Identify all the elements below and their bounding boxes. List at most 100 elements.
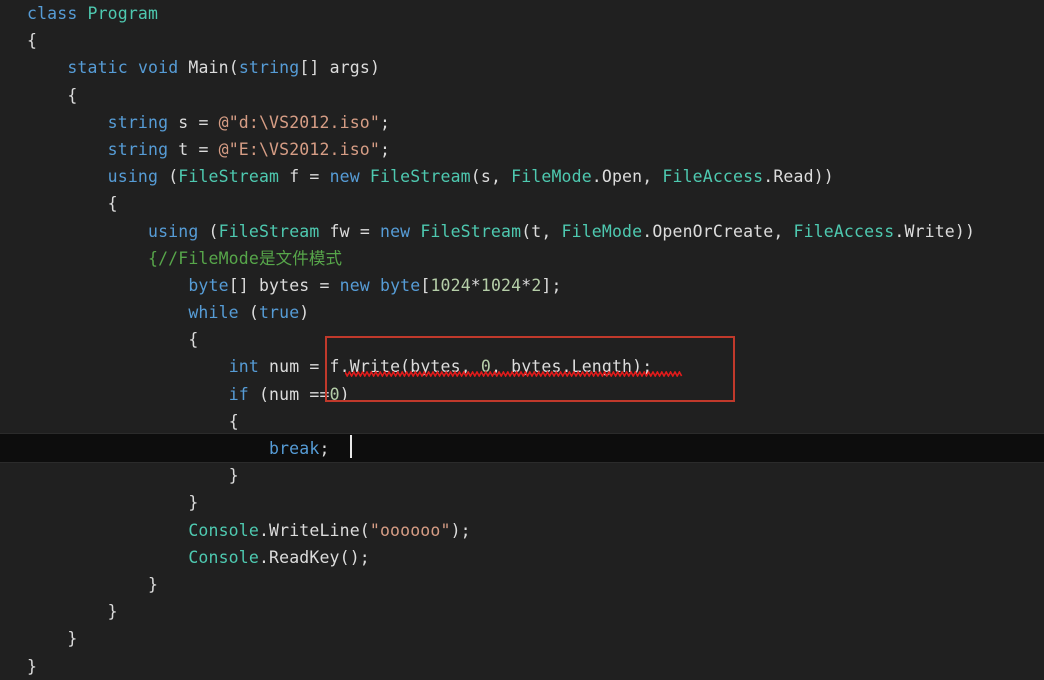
code-token: []	[228, 275, 259, 295]
code-token: )	[339, 384, 350, 404]
code-token: (	[228, 58, 239, 78]
code-token: =	[319, 275, 340, 295]
code-token: s,	[480, 167, 512, 187]
code-line: using (FileStream fw = new FileStream(t,…	[27, 218, 1044, 245]
code-token: ;	[379, 139, 391, 159]
code-token: {	[67, 85, 78, 105]
code-token: string	[238, 58, 300, 78]
code-line: {	[27, 190, 1044, 217]
code-line: }	[27, 625, 1044, 652]
code-token: FileAccess	[662, 167, 764, 187]
code-token: }	[107, 602, 118, 622]
code-token: }	[228, 466, 239, 486]
code-token: FileStream	[178, 167, 280, 187]
code-token: args	[329, 58, 370, 78]
code-token: ();	[339, 547, 370, 567]
code-token: f	[329, 357, 340, 377]
code-token: void	[137, 58, 179, 78]
code-token: fw	[319, 221, 360, 241]
code-token: @"E:\VS2012.iso"	[218, 139, 380, 159]
code-token: Write	[904, 221, 955, 241]
code-token: byte	[188, 275, 229, 295]
code-token: true	[258, 303, 300, 323]
code-token: (	[400, 357, 411, 377]
code-token: s	[168, 112, 199, 132]
code-token: .	[894, 221, 905, 241]
code-token: *	[470, 275, 481, 295]
code-token: =	[198, 112, 219, 132]
code-line: {	[27, 408, 1044, 435]
code-token: class	[27, 4, 78, 23]
code-line: Console.WriteLine("oooooo");	[27, 517, 1044, 544]
code-editor[interactable]: class Program { static void Main(string[…	[0, 0, 1044, 680]
code-token: =	[309, 167, 330, 187]
code-token: (	[359, 520, 370, 540]
code-token: Main	[188, 58, 229, 78]
code-token: (	[258, 384, 270, 404]
code-token: {//FileMode是文件模式	[148, 248, 343, 268]
code-token: "oooooo"	[369, 520, 451, 540]
code-token: =	[198, 139, 219, 159]
code-line: int num = f.Write(bytes, 0, bytes.Length…	[27, 353, 1044, 380]
code-token: 2	[531, 275, 542, 295]
code-token: ,	[490, 357, 512, 377]
code-line: static void Main(string[] args)	[27, 54, 1044, 81]
code-token: =	[309, 357, 330, 377]
code-token: bytes	[511, 357, 562, 377]
code-line: class Program	[27, 0, 1044, 27]
code-line: }	[27, 462, 1044, 489]
code-line: {//FileMode是文件模式	[27, 245, 1044, 272]
code-token: (	[208, 221, 219, 241]
code-token: Write	[349, 357, 401, 377]
code-token: using	[107, 167, 159, 187]
code-token: num	[258, 357, 310, 377]
code-token: static	[67, 58, 128, 78]
code-token: byte	[380, 275, 421, 295]
code-token: ReadKey	[269, 547, 340, 567]
code-token: new	[379, 221, 411, 241]
code-line: while (true)	[27, 299, 1044, 326]
code-token: {	[188, 330, 199, 350]
code-line: }	[27, 489, 1044, 516]
code-text-area[interactable]: class Program { static void Main(string[…	[0, 0, 1044, 680]
code-token: []	[299, 58, 330, 78]
code-token: Length	[571, 357, 633, 377]
code-token: Console	[188, 520, 259, 540]
text-caret	[350, 435, 352, 458]
code-token: =	[359, 221, 380, 241]
code-token: }	[27, 656, 38, 676]
code-token: ))	[954, 221, 976, 241]
code-token: FileStream	[420, 221, 522, 241]
code-token: @"d:\VS2012.iso"	[218, 112, 380, 132]
code-line: }	[27, 598, 1044, 625]
code-token: ];	[541, 275, 562, 295]
code-token: [	[420, 275, 431, 295]
code-token: new	[329, 167, 360, 187]
code-token: new	[339, 275, 370, 295]
code-token: Read	[773, 167, 814, 187]
code-token: )	[299, 303, 310, 323]
code-token: ;	[379, 112, 391, 132]
code-token: .	[642, 221, 653, 241]
code-token: (	[248, 303, 259, 323]
code-token: ))	[813, 167, 834, 187]
code-token: *	[521, 275, 532, 295]
